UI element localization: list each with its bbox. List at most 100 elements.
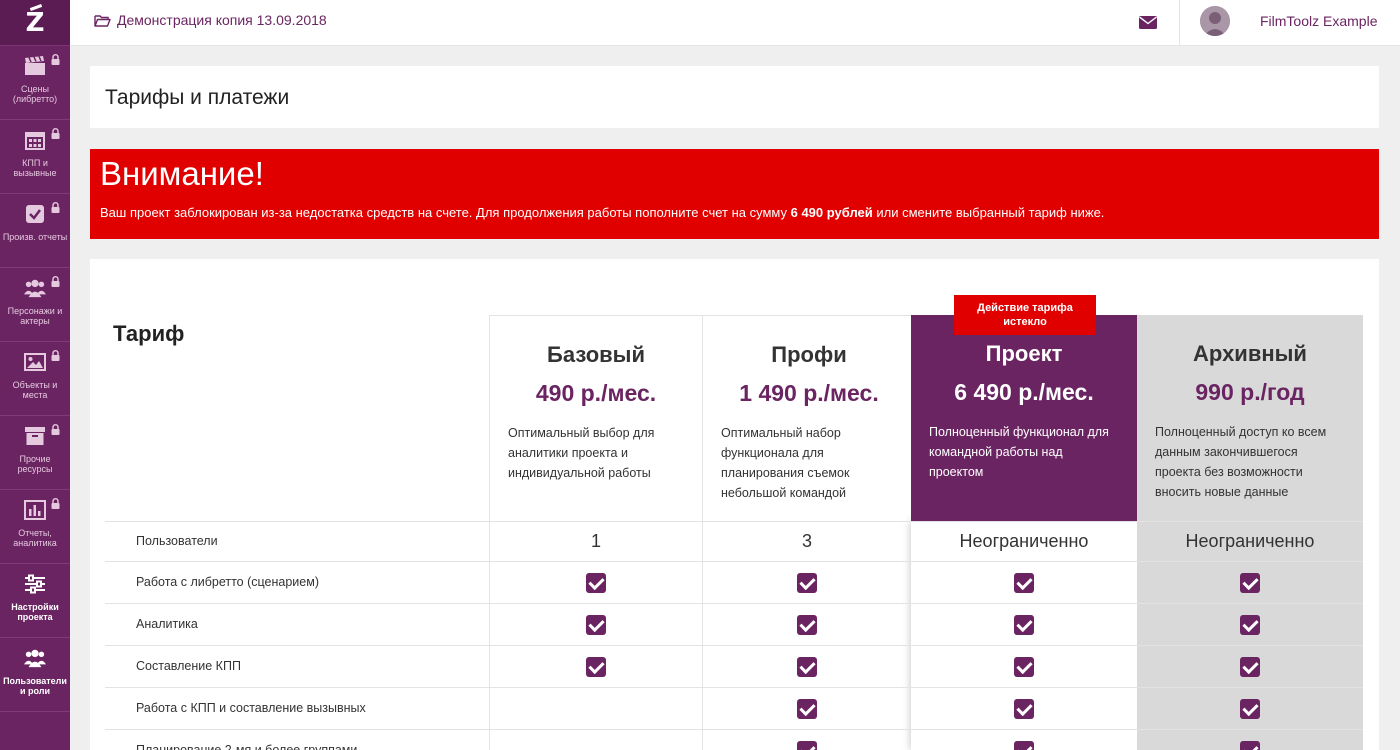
lock-icon [51,348,60,361]
feature-row: Пользователи 1 3 Неограниченно Неограниченно [105,521,1363,561]
user-silhouette-icon [1200,6,1230,36]
sidebar-item-label: Произв. отчеты [2,232,68,242]
plan-price: 6 490 р./мес. [954,379,1094,405]
feature-check [707,615,907,640]
plan-pro[interactable]: Профи 1 490 р./мес. Оптимальный набор фу… [702,315,915,521]
checkmark-icon [797,699,817,719]
feature-name: Пользователи [136,534,218,548]
feature-name: Аналитика [136,617,198,631]
feature-check [707,741,907,750]
lock-icon [51,126,60,139]
project-name: Демонстрация копия 13.09.2018 [117,12,327,28]
checkbox-icon [24,204,46,224]
project-breadcrumb[interactable]: Демонстрация копия 13.09.2018 [94,12,327,28]
header-divider [1179,0,1180,46]
feature-check [1150,615,1350,640]
page-title-card: Тарифы и платежи [90,66,1379,128]
lock-icon [51,422,60,435]
feature-check [1150,741,1350,750]
avatar[interactable] [1200,6,1230,36]
checkmark-icon [586,657,606,677]
plan-description: Полноценный доступ ко всем данным законч… [1155,425,1327,499]
feature-check [924,657,1124,682]
sidebar-item-label: КПП и вызывные [13,158,57,178]
plan-price: 490 р./мес. [535,380,657,406]
checkmark-icon [1240,615,1260,635]
feature-check [924,573,1124,598]
feature-row: Аналитика [105,603,1363,645]
plan-description: Оптимальный набор функционала для планир… [721,426,850,500]
checkmark-icon [797,657,817,677]
clapperboard-icon [24,56,46,76]
expired-badge: Действие тарифа истекло [954,295,1096,335]
lock-icon [51,496,60,509]
sidebar-item-5[interactable]: Прочие ресурсы [0,416,70,490]
plan-name: Проект [985,341,1063,366]
plan-name: Архивный [1193,341,1307,366]
sidebar-item-8[interactable]: Пользователи и роли [0,638,70,712]
feature-check [1150,699,1350,724]
feature-check [496,615,696,640]
feature-value: Неограниченно [1185,531,1315,551]
mail-icon[interactable] [1138,14,1158,30]
archive-box-icon [24,426,46,446]
blocked-alert: Внимание! Ваш проект заблокирован из-за … [90,149,1379,239]
checkmark-icon [1240,699,1260,719]
checkmark-icon [1014,741,1034,750]
feature-check [924,615,1124,640]
tariff-header: Тариф [113,321,185,346]
alert-text-after: или смените выбранный тариф ниже. [872,205,1105,220]
checkmark-icon [1240,657,1260,677]
sidebar-item-0[interactable]: Сцены (либретто) [0,46,70,120]
feature-check [1150,573,1350,598]
feature-row: Работа с КПП и составление вызывных [105,687,1363,729]
image-icon [24,352,46,372]
sidebar-item-label: Сцены (либретто) [12,84,58,104]
plan-name: Базовый [547,342,645,367]
sidebar-item-label: Прочие ресурсы [17,454,53,474]
checkmark-icon [797,615,817,635]
feature-check [924,699,1124,724]
user-name[interactable]: FilmToolz Example [1260,13,1377,29]
lock-icon [51,274,60,287]
checkmark-icon [1014,615,1034,635]
feature-value: 1 [590,531,601,551]
sidebar-item-4[interactable]: Объекты и места [0,342,70,416]
alert-text-before: Ваш проект заблокирован из-за недостатка… [100,205,791,220]
sidebar-item-7[interactable]: Настройки проекта [0,564,70,638]
checkmark-icon [1240,573,1260,593]
feature-check [924,741,1124,750]
sliders-icon [24,574,46,594]
checkmark-icon [1240,741,1260,750]
sidebar-item-2[interactable]: Произв. отчеты [0,194,70,268]
alert-message: Ваш проект заблокирован из-за недостатка… [100,205,1104,220]
app-logo[interactable]: Z [0,0,70,46]
feature-value: Неограниченно [959,531,1089,551]
alert-title: Внимание! [100,155,264,192]
plan-price: 990 р./год [1195,379,1305,405]
folder-open-icon [94,14,111,27]
sidebar-item-label: Объекты и места [12,380,58,400]
sidebar-item-label: Настройки проекта [11,602,59,622]
plan-description: Оптимальный выбор для аналитики проекта … [508,426,655,480]
sidebar-item-label: Персонажи и актеры [7,306,63,326]
logo-letter: Z [25,7,45,38]
feature-name: Составление КПП [136,659,241,673]
lock-icon [51,52,60,65]
feature-check [1150,657,1350,682]
pricing-table: Тариф Базовый 490 р./мес. Оптимальный вы… [90,259,1379,750]
page-title: Тарифы и платежи [105,86,290,109]
alert-amount: 6 490 рублей [790,205,873,220]
checkmark-icon [797,741,817,750]
sidebar-item-6[interactable]: Отчеты, аналитика [0,490,70,564]
plan-basic[interactable]: Базовый 490 р./мес. Оптимальный выбор дл… [489,315,702,521]
feature-row: Работа с либретто (сценарием) [105,561,1363,603]
feature-check [707,573,907,598]
plan-name: Профи [771,342,847,367]
sidebar-item-1[interactable]: КПП и вызывные [0,120,70,194]
sidebar-item-3[interactable]: Персонажи и актеры [0,268,70,342]
plan-archive[interactable]: Архивный 990 р./год Полноценный доступ к… [1137,315,1363,521]
checkmark-icon [1014,573,1034,593]
plan-project[interactable]: Проект 6 490 р./мес. Полноценный функцио… [911,315,1137,521]
feature-check [496,573,696,598]
